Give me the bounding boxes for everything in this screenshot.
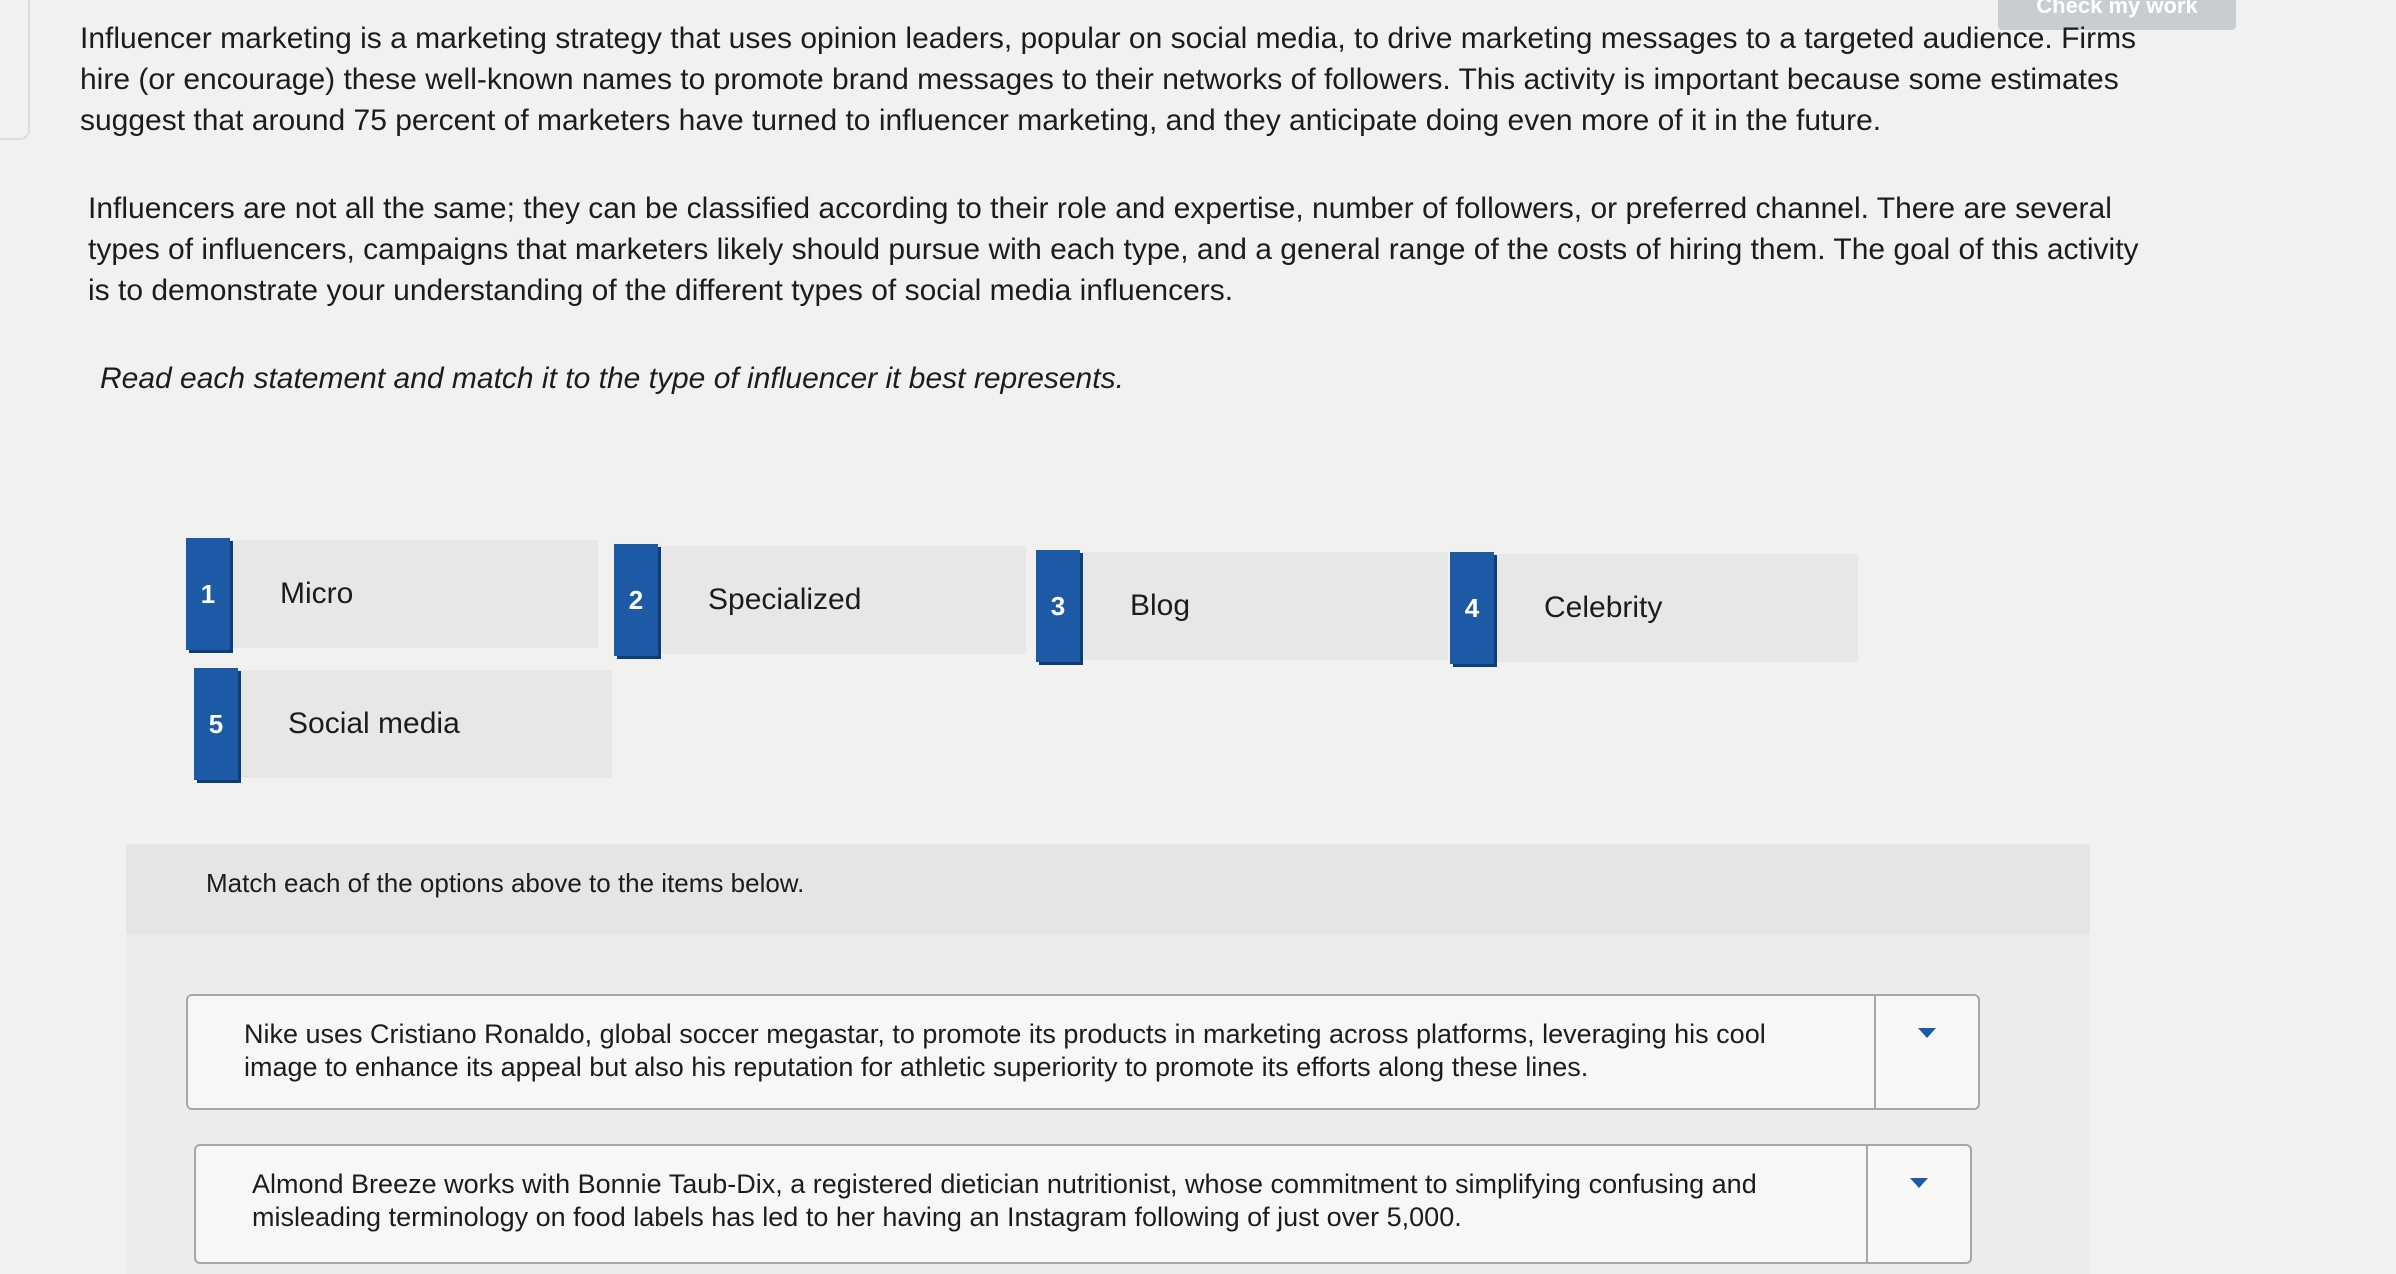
option-label: Social media [288,707,460,740]
option-chip-blog[interactable]: 3 Blog [1036,550,1448,662]
intro-paragraph-2: Influencers are not all the same; they c… [88,192,2139,307]
match-item-dropdown[interactable] [1874,996,1978,1108]
match-item-text: Almond Breeze works with Bonnie Taub-Dix… [252,1169,1757,1232]
option-label: Specialized [708,583,862,616]
option-number-badge: 4 [1450,552,1494,664]
option-number-badge: 2 [614,544,658,656]
option-chip-micro[interactable]: 1 Micro [186,538,598,650]
match-instructions-bar: Match each of the options above to the i… [126,844,2090,934]
left-panel-edge [0,0,30,140]
match-item-dropdown[interactable] [1866,1146,1970,1262]
option-chip-specialized[interactable]: 2 Specialized [614,544,1026,656]
match-instructions-text: Match each of the options above to the i… [206,868,805,898]
match-item-1: Nike uses Cristiano Ronaldo, global socc… [186,994,1980,1110]
option-label: Micro [280,577,354,610]
chevron-down-icon [1910,1178,1928,1188]
chevron-down-icon [1918,1028,1936,1038]
instruction-text: Read each statement and match it to the … [100,362,1124,395]
match-item-text: Nike uses Cristiano Ronaldo, global socc… [244,1019,1766,1082]
option-chip-celebrity[interactable]: 4 Celebrity [1450,552,1858,664]
option-label: Celebrity [1544,591,1663,624]
intro-paragraph-1: Influencer marketing is a marketing stra… [80,22,2137,137]
match-item-2: Almond Breeze works with Bonnie Taub-Dix… [194,1144,1972,1264]
option-number-badge: 1 [186,538,230,650]
option-number-badge: 3 [1036,550,1080,662]
option-number-badge: 5 [194,668,238,780]
option-label: Blog [1130,589,1191,622]
option-chip-social-media[interactable]: 5 Social media [194,668,612,780]
